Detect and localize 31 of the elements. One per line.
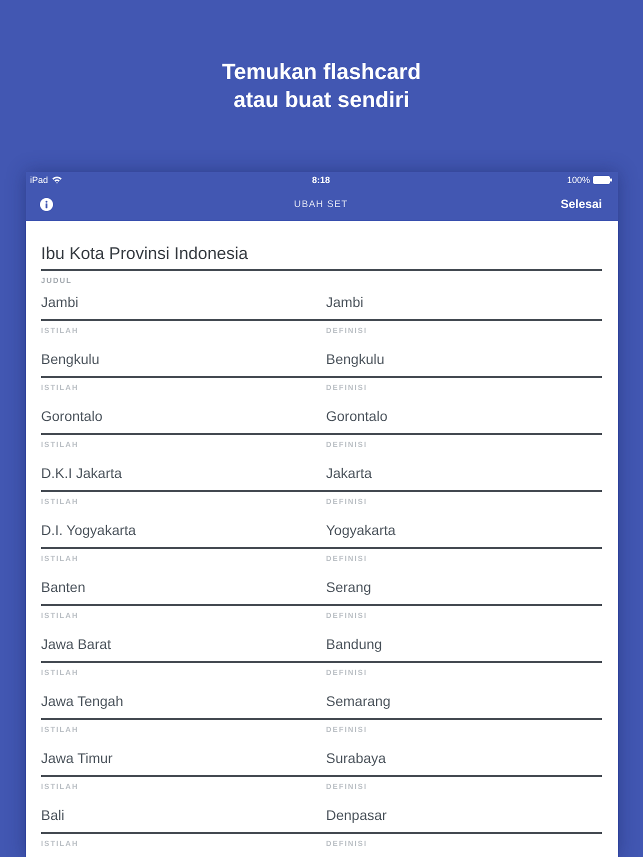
term-field[interactable]: Jawa Timur <box>41 749 326 767</box>
term-field[interactable]: Banten <box>41 578 326 596</box>
definition-field[interactable]: Surabaya <box>326 749 602 767</box>
definition-field[interactable]: Semarang <box>326 692 602 710</box>
headline: Temukan flashcard atau buat sendiri <box>222 58 421 114</box>
info-button[interactable] <box>40 198 53 210</box>
battery-percent: 100% <box>566 174 590 184</box>
device-name: iPad <box>30 174 48 184</box>
definition-field[interactable]: Denpasar <box>326 806 602 824</box>
term-field[interactable]: D.K.I Jakarta <box>41 464 326 482</box>
term-field[interactable]: Bengkulu <box>41 350 326 368</box>
definition-field[interactable]: Bandung <box>326 635 602 653</box>
done-button[interactable]: Selesai <box>560 197 602 211</box>
battery-icon <box>593 176 612 184</box>
definition-field[interactable]: Yogyakarta <box>326 521 602 539</box>
status-time: 8:18 <box>312 174 330 184</box>
nav-title: UBAH SET <box>294 198 348 210</box>
term-field[interactable]: Gorontalo <box>41 407 326 425</box>
info-icon <box>40 198 53 210</box>
definition-field[interactable]: Jakarta <box>326 464 602 482</box>
definition-field[interactable]: Bengkulu <box>326 350 602 368</box>
term-field[interactable]: Jambi <box>41 293 326 311</box>
wifi-icon <box>52 176 62 184</box>
term-field[interactable]: Jawa Tengah <box>41 692 326 710</box>
definition-field[interactable]: Serang <box>326 578 602 596</box>
title-field[interactable]: Ibu Kota Provinsi Indonesia <box>41 243 602 265</box>
definition-field[interactable]: Jambi <box>326 293 602 311</box>
term-field[interactable]: Jawa Barat <box>41 635 326 653</box>
definition-field[interactable]: Gorontalo <box>326 407 602 425</box>
term-field[interactable]: Bali <box>41 806 326 824</box>
term-field[interactable]: D.I. Yogyakarta <box>41 521 326 539</box>
